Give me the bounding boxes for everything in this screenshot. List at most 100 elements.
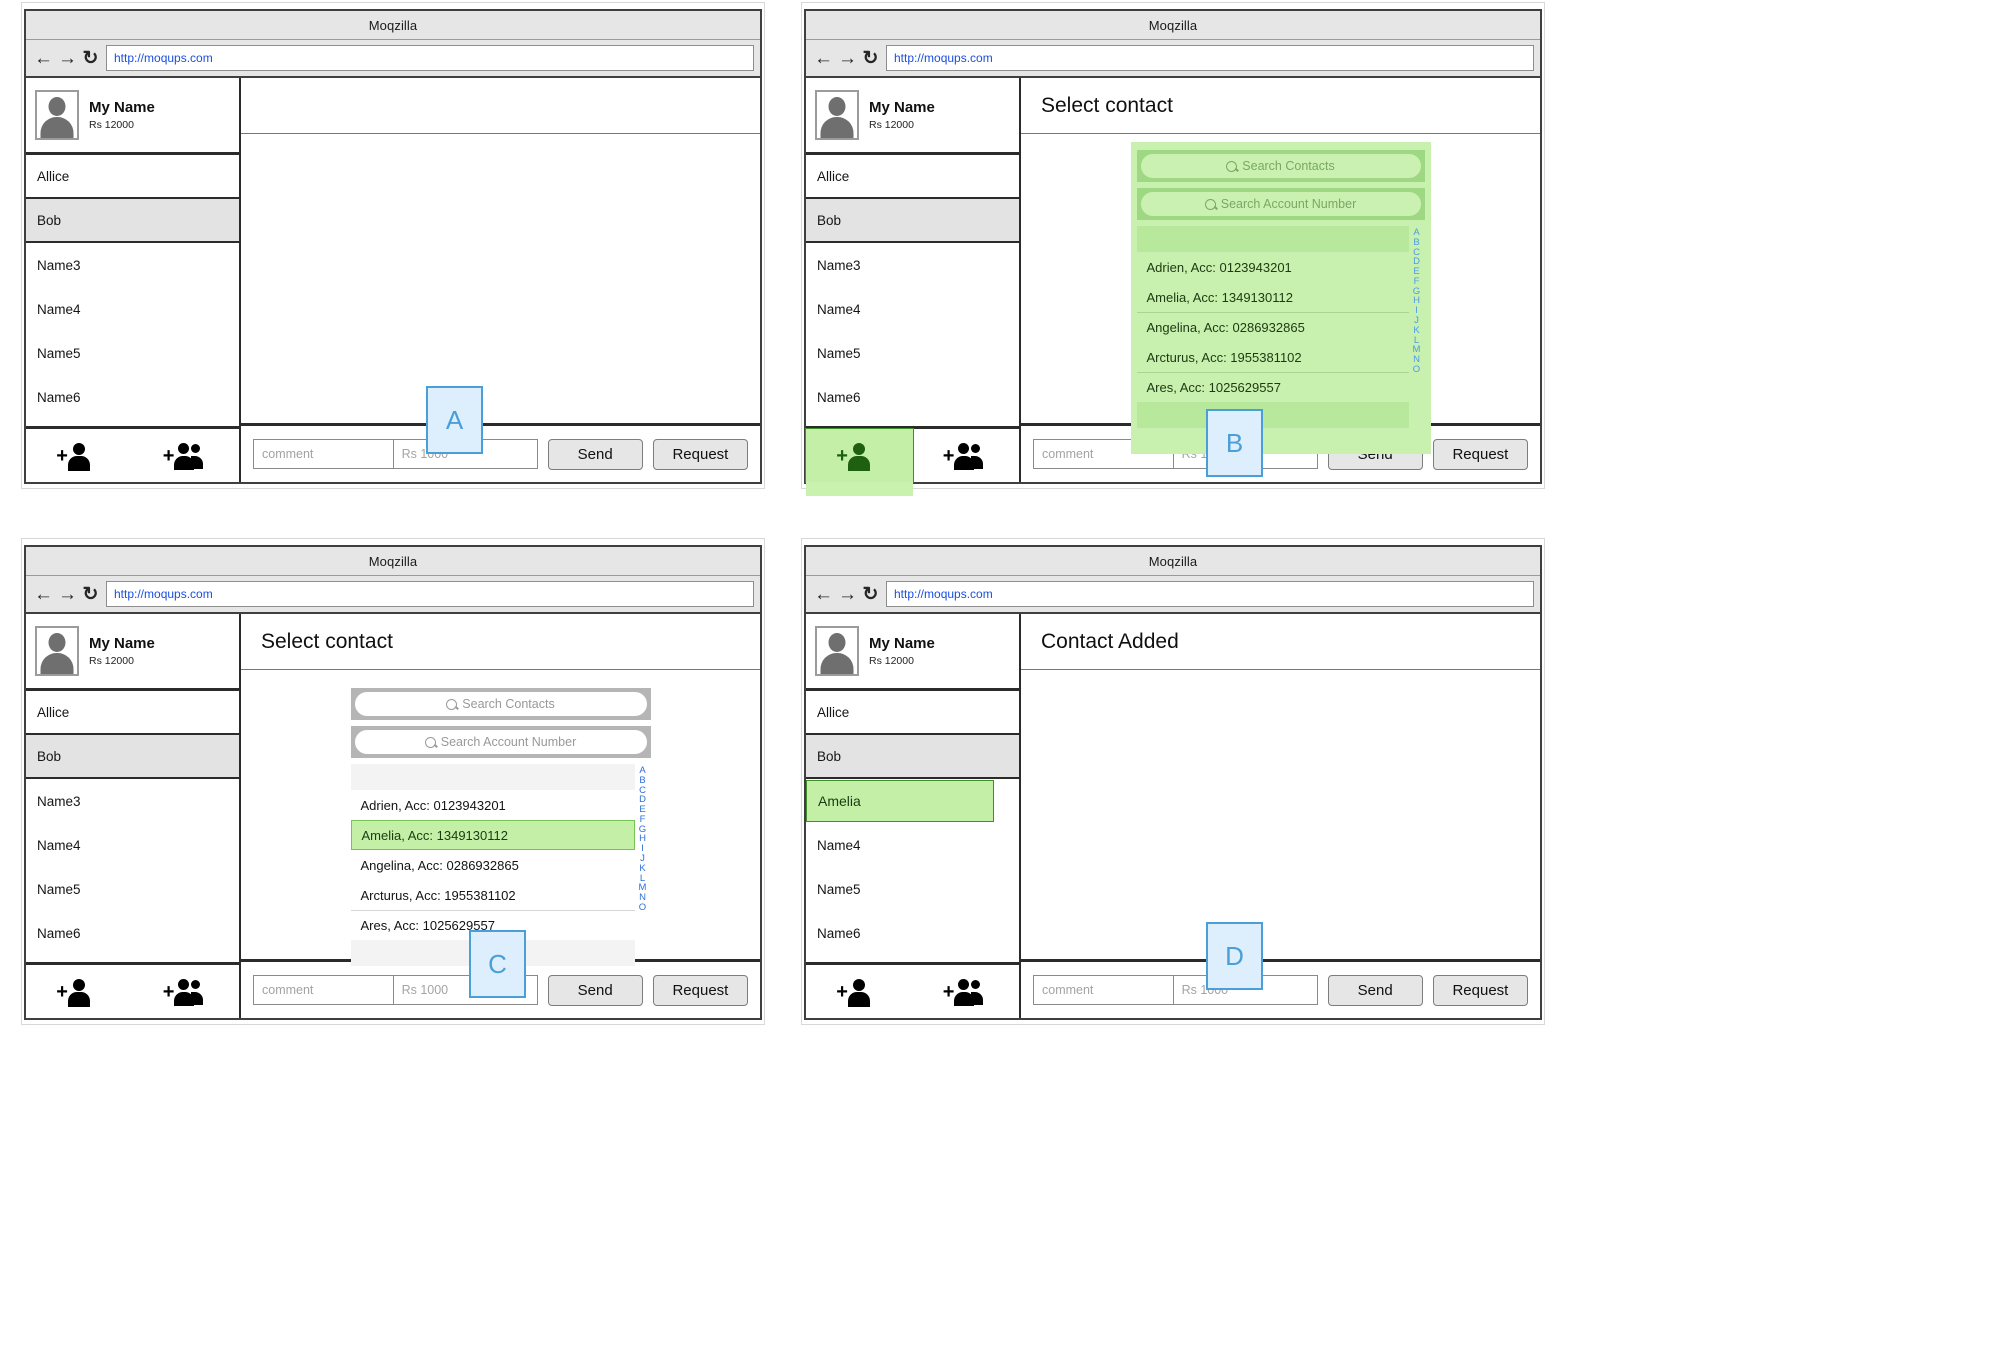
list-item[interactable]: Adrien, Acc: 0123943201 — [351, 790, 635, 820]
add-contact-button[interactable]: + — [805, 428, 914, 496]
arrow-right-icon[interactable]: → — [838, 49, 857, 68]
list-item-added[interactable]: Amelia — [806, 780, 994, 822]
profile-card[interactable]: My Name Rs 12000 — [26, 614, 239, 691]
url-input[interactable]: http://moqups.com — [106, 581, 754, 607]
list-item[interactable]: Allice — [806, 691, 1019, 735]
add-contact-button[interactable]: + — [26, 965, 133, 1018]
url-input[interactable]: http://moqups.com — [886, 581, 1534, 607]
reload-icon[interactable]: ↻ — [862, 585, 879, 604]
list-item[interactable]: Ares, Acc: 1025629557 — [1136, 372, 1409, 402]
list-item[interactable]: Name6 — [26, 911, 239, 955]
list-item[interactable]: Name4 — [26, 287, 239, 331]
add-group-button[interactable]: + — [133, 429, 240, 482]
list-item[interactable]: Bob — [806, 199, 1019, 243]
list-item[interactable]: Name5 — [26, 867, 239, 911]
list-item[interactable]: Angelina, Acc: 0286932865 — [351, 850, 635, 880]
add-user-icon: + — [56, 442, 102, 471]
comment-input[interactable]: comment — [1034, 976, 1174, 1004]
panel-c: Moqzilla ← → ↻ http://moqups.com My Name… — [21, 538, 765, 1025]
list-item[interactable]: Name4 — [806, 287, 1019, 331]
panel-d: Moqzilla ← → ↻ http://moqups.com My Name… — [801, 538, 1545, 1025]
list-item[interactable]: Angelina, Acc: 0286932865 — [1136, 312, 1409, 342]
list-item[interactable]: Name7 — [806, 955, 1019, 962]
alphabet-index[interactable]: A B C D E F G H I J K L M N O — [635, 764, 651, 966]
list-item[interactable]: Allice — [806, 155, 1019, 199]
add-contact-button[interactable]: + — [806, 965, 913, 1018]
request-button[interactable]: Request — [652, 974, 748, 1006]
list-item[interactable]: Name3 — [26, 779, 239, 823]
request-button[interactable]: Request — [652, 438, 748, 470]
add-contact-button[interactable]: + — [26, 429, 133, 482]
search-account-input[interactable]: Search Account Number — [354, 730, 647, 754]
arrow-left-icon[interactable]: ← — [34, 585, 53, 604]
list-item[interactable]: Amelia, Acc: 1349130112 — [1137, 282, 1409, 312]
send-button[interactable]: Send — [1327, 974, 1423, 1006]
search-contacts-wrap: Search Contacts — [1136, 150, 1425, 182]
comment-input[interactable]: comment — [254, 976, 394, 1004]
list-item[interactable]: Name7 — [806, 419, 1019, 426]
main-header-c: Select contact — [241, 614, 760, 670]
list-item[interactable]: Name6 — [26, 375, 239, 419]
alphabet-index[interactable]: A B C D E F G H I J K L M N O — [1409, 226, 1425, 428]
list-item[interactable]: Name3 — [806, 243, 1019, 287]
search-contacts-input[interactable]: Search Contacts — [354, 692, 647, 716]
arrow-right-icon[interactable]: → — [58, 49, 77, 68]
list-item[interactable]: Bob — [26, 735, 239, 779]
list-item[interactable]: Name4 — [26, 823, 239, 867]
url-input[interactable]: http://moqups.com — [106, 45, 754, 71]
list-item[interactable]: Name4 — [806, 823, 1019, 867]
list-item[interactable]: Bob — [806, 735, 1019, 779]
alpha-letter[interactable]: O — [639, 903, 646, 913]
search-account-input[interactable]: Search Account Number — [1140, 192, 1421, 216]
browser-urlbar-a: ← → ↻ http://moqups.com — [26, 40, 760, 78]
list-top-spacer — [350, 764, 635, 790]
profile-card[interactable]: My Name Rs 12000 — [26, 78, 239, 155]
arrow-right-icon[interactable]: → — [838, 585, 857, 604]
list-item[interactable]: Arcturus, Acc: 1955381102 — [351, 880, 635, 910]
arrow-right-icon[interactable]: → — [58, 585, 77, 604]
url-input[interactable]: http://moqups.com — [886, 45, 1534, 71]
list-item[interactable]: Name3 — [26, 243, 239, 287]
contact-rows: Adrien, Acc: 0123943201 Amelia, Acc: 134… — [1136, 226, 1409, 428]
comment-input[interactable]: comment — [254, 440, 394, 468]
list-item-selected[interactable]: Amelia, Acc: 1349130112 — [350, 820, 635, 850]
list-item[interactable]: Name7 — [26, 955, 239, 962]
add-group-button[interactable]: + — [913, 429, 1020, 482]
list-item[interactable]: Name6 — [806, 375, 1019, 419]
browser-urlbar-c: ← → ↻ http://moqups.com — [26, 576, 760, 614]
list-item[interactable]: Name5 — [806, 867, 1019, 911]
send-button[interactable]: Send — [547, 438, 643, 470]
search-contacts-input[interactable]: Search Contacts — [1140, 154, 1421, 178]
arrow-left-icon[interactable]: ← — [814, 585, 833, 604]
list-item[interactable]: Name6 — [806, 911, 1019, 955]
profile-card[interactable]: My Name Rs 12000 — [806, 78, 1019, 155]
send-button[interactable]: Send — [547, 974, 643, 1006]
request-button[interactable]: Request — [1432, 974, 1528, 1006]
search-icon — [1226, 160, 1238, 172]
sidebar-c: My Name Rs 12000 Allice Bob Name3 Name4 … — [26, 614, 241, 1018]
reload-icon[interactable]: ↻ — [82, 585, 99, 604]
reload-icon[interactable]: ↻ — [82, 49, 99, 68]
list-item[interactable]: Arcturus, Acc: 1955381102 — [1137, 342, 1409, 372]
main-canvas-c: Search Contacts Search Account Number Ad… — [241, 670, 760, 998]
list-item[interactable]: Name5 — [806, 331, 1019, 375]
composer-a: comment Rs 1000 Send Request — [241, 426, 760, 482]
profile-name: My Name — [89, 634, 155, 652]
arrow-left-icon[interactable]: ← — [814, 49, 833, 68]
list-item[interactable]: Allice — [26, 691, 239, 735]
browser-title: Moqzilla — [1148, 553, 1198, 569]
user-avatar-icon — [35, 626, 79, 676]
add-group-button[interactable]: + — [133, 965, 240, 1018]
list-item[interactable]: Allice — [26, 155, 239, 199]
list-item[interactable]: Name5 — [26, 331, 239, 375]
arrow-left-icon[interactable]: ← — [34, 49, 53, 68]
reload-icon[interactable]: ↻ — [862, 49, 879, 68]
list-item[interactable]: Name7 — [26, 419, 239, 426]
list-item[interactable]: Adrien, Acc: 0123943201 — [1137, 252, 1409, 282]
add-group-button[interactable]: + — [913, 965, 1020, 1018]
profile-card[interactable]: My Name Rs 12000 — [806, 614, 1019, 691]
alpha-letter[interactable]: O — [1413, 365, 1420, 375]
composer-d: comment Rs 1000 Send Request — [1021, 962, 1540, 1018]
request-button[interactable]: Request — [1432, 438, 1528, 470]
list-item[interactable]: Bob — [26, 199, 239, 243]
